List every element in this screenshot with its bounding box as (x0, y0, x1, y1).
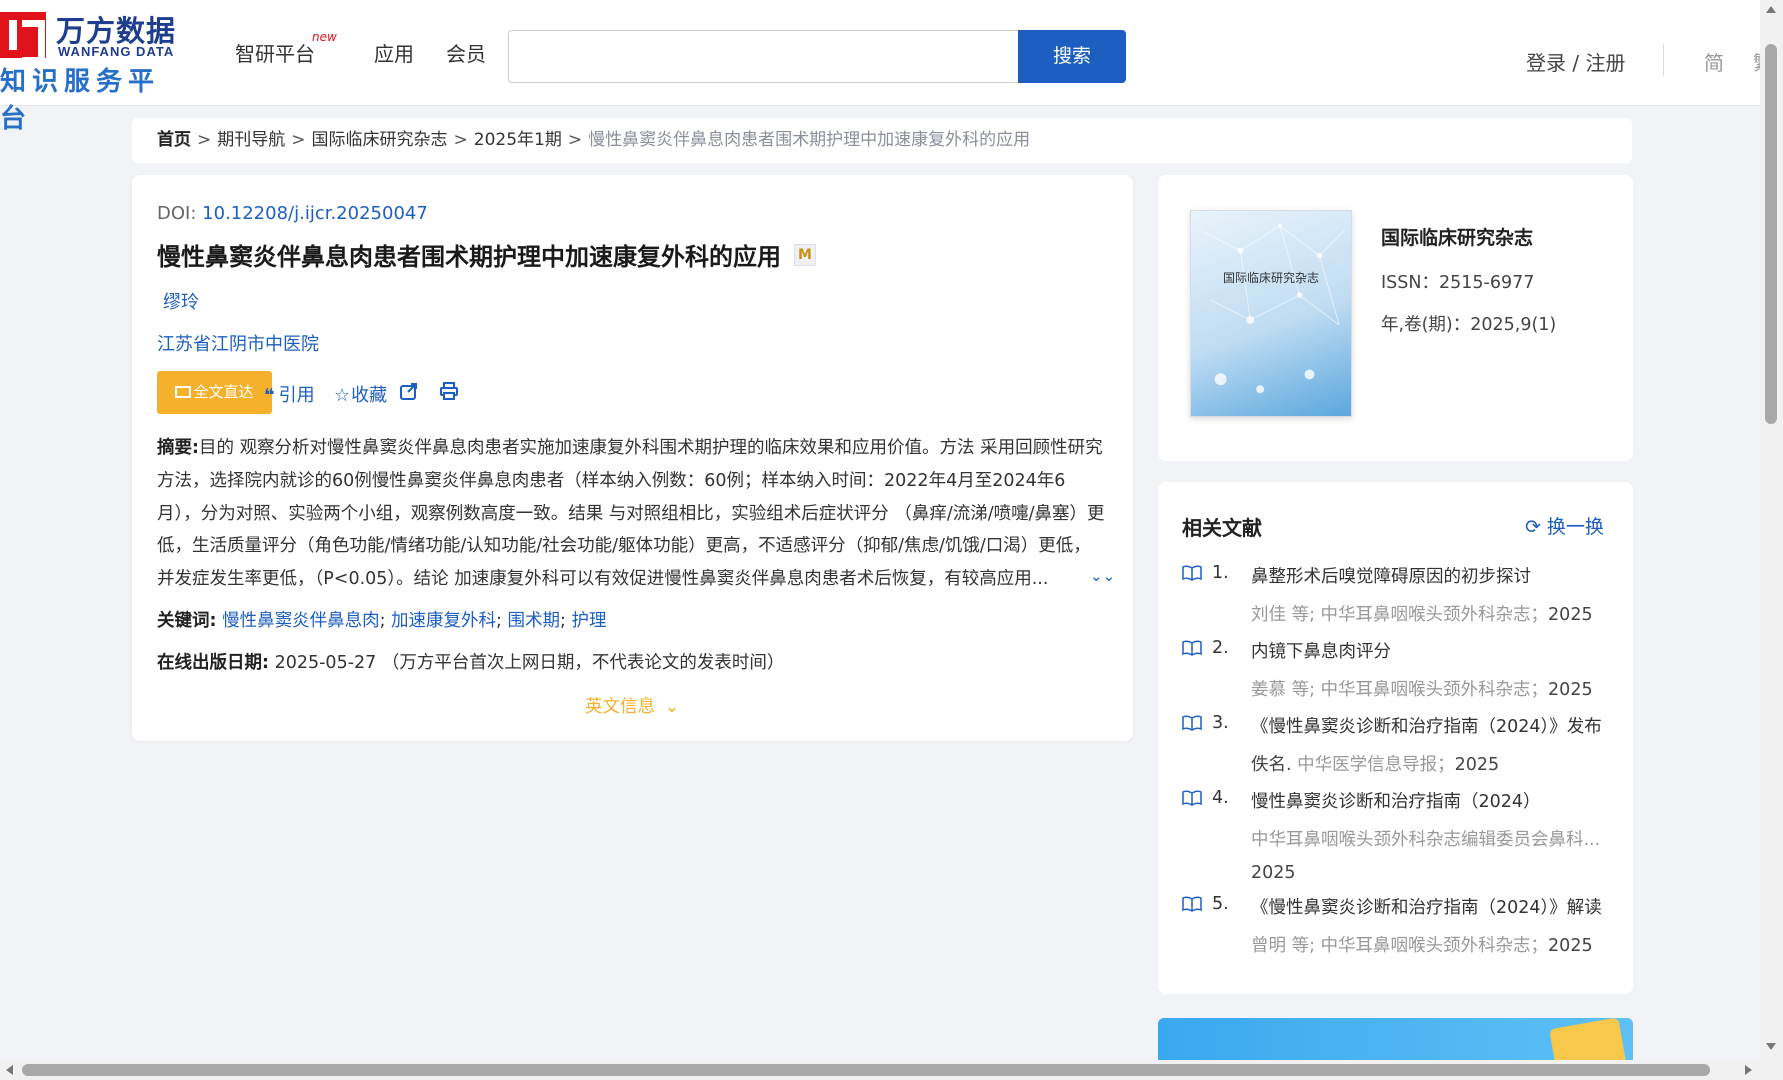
print-button[interactable] (439, 381, 459, 406)
vertical-scrollbar[interactable] (1760, 0, 1783, 1080)
scroll-up-icon[interactable] (1766, 6, 1776, 13)
abstract-text: 目的 观察分析对慢性鼻窦炎伴鼻息肉患者实施加速康复外科围术期护理的临床效果和应用… (157, 438, 1105, 590)
keywords-label: 关键词: (157, 611, 217, 631)
book-icon (1182, 715, 1202, 731)
related-source: 曾明 等; 中华耳鼻咽喉头颈外科杂志；2025 (1251, 936, 1593, 956)
document-icon (175, 386, 192, 398)
journal-volume: 年,卷(期)：2025,9(1) (1381, 315, 1557, 335)
expand-abstract-icon[interactable]: ⌄⌄ (1090, 567, 1115, 585)
doi-link[interactable]: 10.12208/j.ijcr.20250047 (202, 203, 428, 224)
breadcrumb-current: 慢性鼻窦炎伴鼻息肉患者围术期护理中加速康复外科的应用 (588, 130, 1031, 150)
journal-name-link[interactable]: 国际临床研究杂志 (1381, 223, 1533, 250)
nav-membership[interactable]: 会员 (446, 38, 486, 67)
breadcrumb-home[interactable]: 首页 (157, 130, 191, 150)
lang-simplified[interactable]: 简 (1704, 47, 1724, 76)
scroll-down-icon[interactable] (1766, 1043, 1776, 1050)
journal-issn: ISSN：2515-6977 (1381, 273, 1535, 293)
abstract: 摘要:目的 观察分析对慢性鼻窦炎伴鼻息肉患者实施加速康复外科围术期护理的临床效果… (157, 432, 1107, 592)
horizontal-scrollbar[interactable] (0, 1060, 1760, 1080)
related-source: 中华耳鼻咽喉头颈外科杂志编辑委员会鼻科... (1251, 830, 1601, 850)
related-item: 1. 鼻整形术后嗅觉障碍原因的初步探讨 刘佳 等; 中华耳鼻咽喉头颈外科杂志；2… (1182, 563, 1622, 633)
pubdate-note: （万方平台首次上网日期，不代表论文的发表时间） (381, 653, 785, 673)
related-source: 姜慕 等; 中华耳鼻咽喉头颈外科杂志；2025 (1251, 680, 1593, 700)
vertical-scroll-thumb[interactable] (1765, 44, 1777, 424)
share-button[interactable] (399, 381, 419, 406)
related-title: 相关文献 (1182, 516, 1262, 540)
book-icon (1182, 640, 1202, 656)
journal-card: 国际临床研究杂志 国际临床研究杂志 ISSN：2515-6977 年,卷(期)：… (1158, 175, 1633, 461)
printer-icon (440, 382, 458, 400)
chevron-down-icon: ⌄ (664, 697, 680, 717)
keyword-link[interactable]: 护理 (571, 611, 606, 631)
m-badge-icon[interactable]: M (794, 244, 816, 266)
keyword-link[interactable]: 加速康复外科 (391, 611, 496, 631)
related-literature-card: 相关文献 ⟳ 换一换 1. 鼻整形术后嗅觉障碍原因的初步探讨 刘佳 等; 中华耳鼻… (1158, 482, 1633, 994)
star-icon: ☆ (334, 385, 351, 406)
related-item: 2. 内镜下鼻息肉评分 姜慕 等; 中华耳鼻咽喉头颈外科杂志；2025 (1182, 638, 1622, 708)
related-year: 2025 (1251, 863, 1296, 883)
book-icon (1182, 790, 1202, 806)
wanfang-logo[interactable]: 万方数据 WANFANG DATA 知识服务平台 (0, 8, 190, 134)
search-input[interactable] (508, 30, 1018, 83)
related-title-link[interactable]: 《慢性鼻窦炎诊断和治疗指南（2024）》解读 (1251, 894, 1622, 919)
related-source: 佚名. 中华医学信息导报；2025 (1251, 755, 1500, 775)
related-item: 3. 《慢性鼻窦炎诊断和治疗指南（2024）》发布 佚名. 中华医学信息导报；2… (1182, 713, 1622, 783)
keywords: 关键词: 慢性鼻窦炎伴鼻息肉; 加速康复外科; 围术期; 护理 (157, 611, 607, 631)
keyword-link[interactable]: 慢性鼻窦炎伴鼻息肉 (222, 611, 380, 631)
quote-icon: ❝ (264, 385, 275, 406)
related-title-link[interactable]: 慢性鼻窦炎诊断和治疗指南（2024） (1251, 788, 1622, 813)
breadcrumb: 首页 > 期刊导航 > 国际临床研究杂志 >2025年1期 > 慢性鼻窦炎伴鼻息肉患者围术期护… (132, 118, 1632, 163)
login-register-link[interactable]: 登录 / 注册 (1526, 47, 1625, 76)
cover-pattern-icon (1200, 223, 1345, 394)
doi-label: DOI: (157, 203, 197, 224)
new-badge: new (312, 30, 337, 44)
publish-date: 在线出版日期: 2025-05-27 （万方平台首次上网日期，不代表论文的发表时… (157, 649, 784, 674)
lang-traditional[interactable]: 繁 (1753, 47, 1760, 76)
search-button[interactable]: 搜索 (1018, 30, 1126, 83)
article-title: 慢性鼻窦炎伴鼻息肉患者围术期护理中加速康复外科的应用 (157, 243, 781, 271)
english-info-toggle[interactable]: 英文信息 ⌄ (585, 693, 679, 718)
related-item: 4. 慢性鼻窦炎诊断和治疗指南（2024） 中华耳鼻咽喉头颈外科杂志编辑委员会鼻… (1182, 788, 1622, 888)
journal-cover[interactable]: 国际临床研究杂志 (1190, 210, 1352, 417)
related-title-link[interactable]: 内镜下鼻息肉评分 (1251, 638, 1622, 663)
header-divider (1663, 44, 1664, 76)
refresh-icon: ⟳ (1525, 516, 1541, 538)
cover-title: 国际临床研究杂志 (1222, 271, 1319, 285)
related-title-link[interactable]: 鼻整形术后嗅觉障碍原因的初步探讨 (1251, 563, 1622, 588)
book-icon (1182, 565, 1202, 581)
article-card: DOI: 10.12208/j.ijcr.20250047 慢性鼻窦炎伴鼻息肉患… (132, 175, 1133, 741)
related-title-link[interactable]: 《慢性鼻窦炎诊断和治疗指南（2024）》发布 (1251, 713, 1622, 738)
horizontal-scroll-thumb[interactable] (22, 1064, 1710, 1076)
breadcrumb-journal-nav[interactable]: 期刊导航 (217, 130, 285, 150)
related-item: 5. 《慢性鼻窦炎诊断和治疗指南（2024）》解读 曾明 等; 中华耳鼻咽喉头颈… (1182, 894, 1622, 964)
pubdate-label: 在线出版日期: (157, 653, 269, 673)
organization-link[interactable]: 江苏省江阴市中医院 (157, 330, 319, 356)
abstract-label: 摘要: (157, 438, 199, 458)
favorite-button[interactable]: ☆收藏 (334, 381, 387, 407)
top-header: 万方数据 WANFANG DATA 知识服务平台 智研平台 new 应用 会员 … (0, 0, 1760, 134)
wanfang-logo-icon (0, 12, 46, 64)
nav-apps[interactable]: 应用 (374, 38, 414, 67)
cite-button[interactable]: ❝ 引用 (264, 381, 315, 407)
author-link[interactable]: 缪玲 (163, 288, 199, 314)
keyword-link[interactable]: 围术期 (508, 611, 561, 631)
scroll-right-icon[interactable] (1745, 1065, 1752, 1075)
doi-line: DOI: 10.12208/j.ijcr.20250047 (157, 203, 428, 224)
breadcrumb-issue[interactable]: 2025年1期 (474, 130, 562, 150)
nav-zhiyan-platform[interactable]: 智研平台 (235, 38, 315, 67)
share-icon (400, 383, 417, 400)
scroll-left-icon[interactable] (6, 1065, 13, 1075)
breadcrumb-journal[interactable]: 国际临床研究杂志 (312, 130, 448, 150)
refresh-button[interactable]: ⟳ 换一换 (1525, 512, 1604, 539)
related-source: 刘佳 等; 中华耳鼻咽喉头颈外科杂志；2025 (1251, 605, 1593, 625)
logo-english: WANFANG DATA (58, 44, 175, 59)
fulltext-button[interactable]: 全文直达 (157, 371, 272, 414)
book-icon (1182, 896, 1202, 912)
pubdate-value: 2025-05-27 (274, 653, 377, 673)
